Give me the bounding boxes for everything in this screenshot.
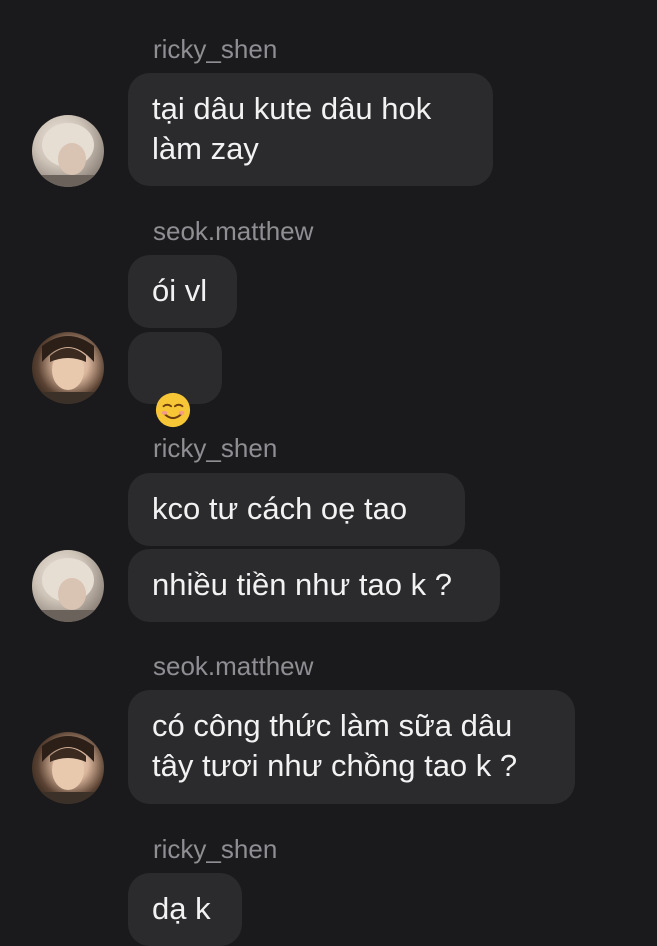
ricky-avatar-icon[interactable] [32, 115, 104, 187]
smiling-face-emoji-icon [155, 392, 191, 427]
message-bubble[interactable]: có công thức làm sữa dâu tây tươi như ch… [128, 690, 575, 804]
seok-avatar-icon[interactable] [32, 732, 104, 804]
message-bubble[interactable]: ói vl [128, 255, 237, 328]
emoji-bubble[interactable] [128, 332, 222, 427]
message-bubble[interactable]: kco tư cách oẹ tao [128, 473, 465, 546]
message-bubble[interactable]: nhiều tiền như tao k ? [128, 549, 500, 622]
message-bubble[interactable]: dạ k [128, 873, 242, 946]
sender-name: ricky_shen [153, 834, 278, 864]
sender-name: ricky_shen [153, 34, 278, 64]
sender-name: seok.matthew [153, 216, 314, 246]
sender-name: ricky_shen [153, 433, 278, 463]
sender-name: seok.matthew [153, 651, 314, 681]
ricky-avatar-icon[interactable] [32, 550, 104, 622]
message-bubble[interactable]: tại dâu kute dâu hok làm zay [128, 73, 493, 186]
seok-avatar-icon[interactable] [32, 332, 104, 404]
